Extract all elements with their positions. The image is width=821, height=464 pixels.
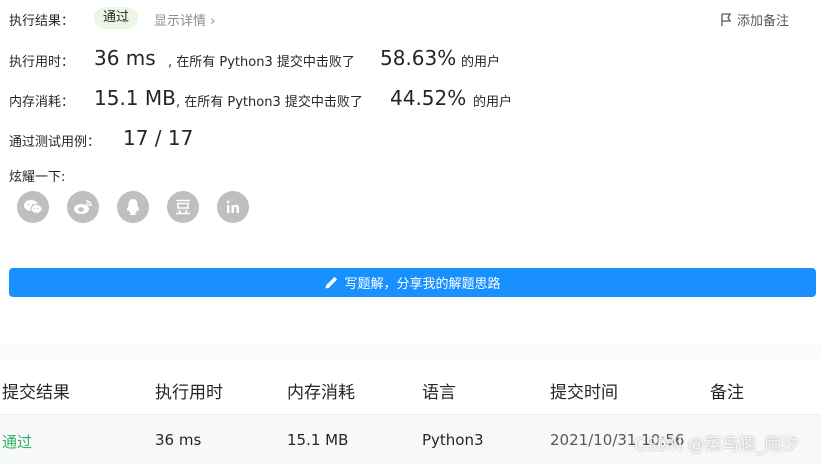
header-language: 语言 bbox=[422, 383, 456, 403]
write-solution-label: 写题解，分享我的解题思路 bbox=[344, 277, 501, 292]
runtime-beat-text: , 在所有 Python3 提交中击败了 bbox=[168, 55, 355, 70]
row-runtime: 36 ms bbox=[155, 431, 202, 449]
add-note-button[interactable]: 添加备注 bbox=[720, 10, 789, 29]
row-memory: 15.1 MB bbox=[287, 431, 349, 449]
runtime-suffix: 的用户 bbox=[461, 55, 501, 70]
runtime-percent: 58.63% bbox=[380, 46, 457, 70]
memory-suffix: 的用户 bbox=[473, 95, 513, 110]
runtime-value: 36 ms bbox=[94, 46, 156, 70]
watermark: CSDN @菜鸟猿_雨汐 bbox=[634, 435, 799, 455]
result-label: 执行结果： bbox=[9, 14, 75, 29]
flag-icon bbox=[721, 12, 732, 26]
share-icons bbox=[17, 191, 249, 223]
add-note-label: 添加备注 bbox=[737, 14, 790, 29]
section-divider bbox=[0, 343, 821, 359]
header-runtime: 执行用时 bbox=[155, 383, 223, 403]
share-label: 炫耀一下: bbox=[9, 170, 66, 185]
wechat-icon bbox=[24, 200, 43, 214]
header-note: 备注 bbox=[710, 383, 744, 403]
table-header: 提交结果 执行用时 内存消耗 语言 提交时间 备注 bbox=[0, 361, 821, 414]
weibo-icon bbox=[74, 200, 92, 214]
header-submit-time: 提交时间 bbox=[550, 383, 618, 403]
header-memory: 内存消耗 bbox=[287, 383, 355, 403]
qq-icon bbox=[127, 199, 139, 215]
weibo-share-button[interactable] bbox=[67, 191, 99, 223]
douban-share-button[interactable] bbox=[167, 191, 199, 223]
show-details-label: 显示详情 bbox=[154, 14, 207, 29]
memory-label: 内存消耗： bbox=[9, 95, 75, 110]
runtime-label: 执行用时： bbox=[9, 55, 75, 70]
write-solution-button[interactable]: 写题解，分享我的解题思路 bbox=[9, 268, 816, 297]
memory-percent: 44.52% bbox=[390, 86, 467, 110]
status-badge: 通过 bbox=[94, 7, 139, 29]
qq-share-button[interactable] bbox=[117, 191, 149, 223]
header-status: 提交结果 bbox=[2, 383, 70, 403]
wechat-share-button[interactable] bbox=[17, 191, 49, 223]
pencil-icon bbox=[325, 276, 338, 289]
testcases-value: 17 / 17 bbox=[123, 126, 194, 150]
row-status-link[interactable]: 通过 bbox=[2, 431, 32, 452]
linkedin-icon bbox=[226, 200, 239, 213]
show-details-link[interactable]: 显示详情 › bbox=[154, 10, 215, 29]
testcases-label: 通过测试用例： bbox=[9, 135, 101, 150]
douban-icon bbox=[176, 199, 190, 215]
memory-beat-text: , 在所有 Python3 提交中击败了 bbox=[176, 95, 363, 110]
memory-value: 15.1 MB bbox=[94, 86, 176, 110]
row-language: Python3 bbox=[422, 431, 484, 449]
chevron-right-icon: › bbox=[210, 14, 216, 29]
linkedin-share-button[interactable] bbox=[217, 191, 249, 223]
